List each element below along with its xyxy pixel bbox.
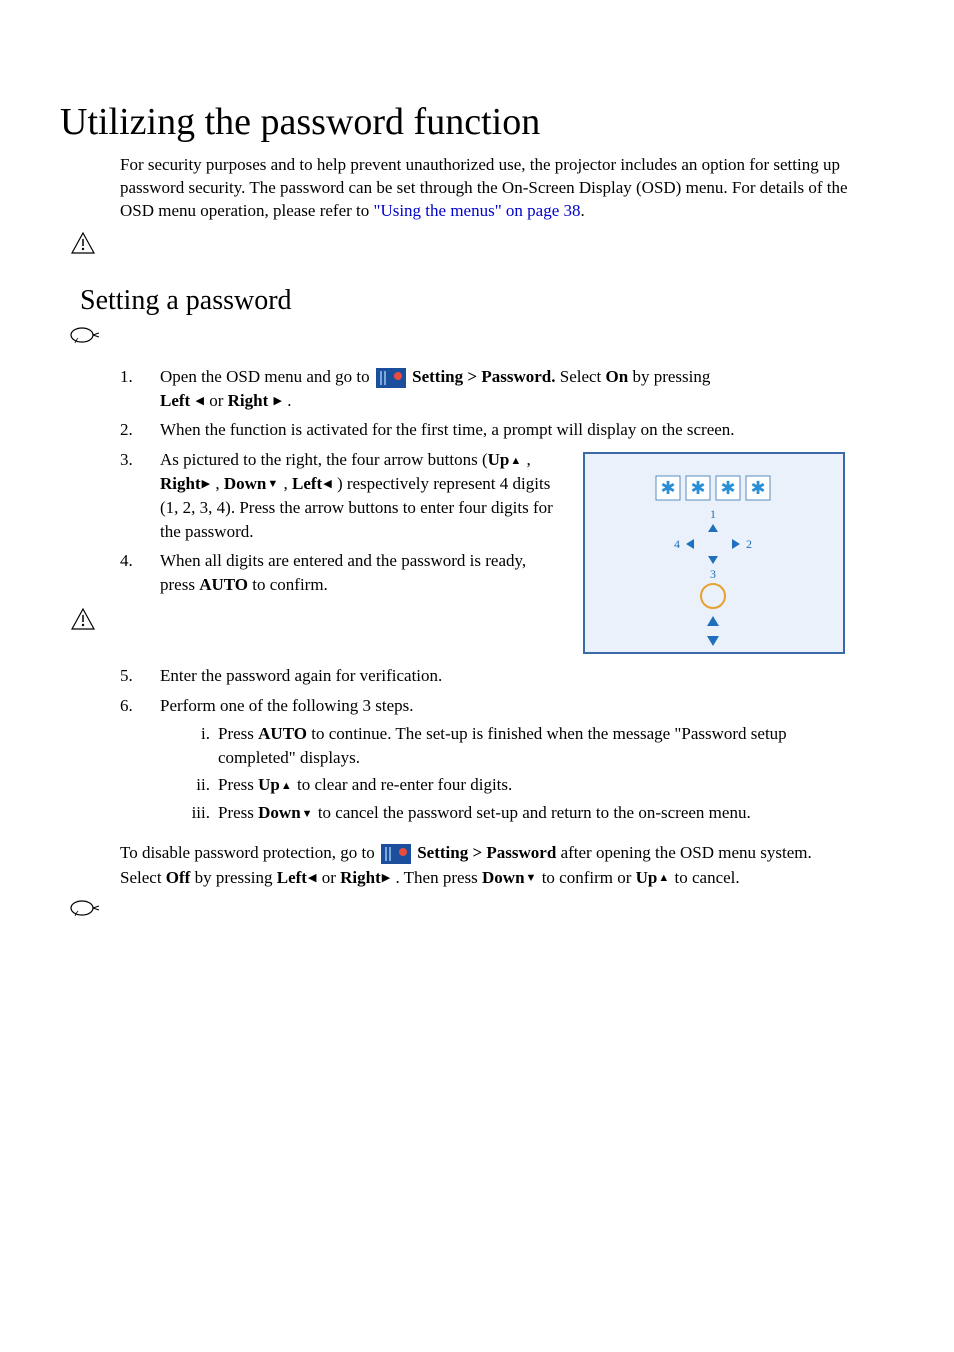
svg-text:2: 2 [746, 537, 752, 551]
disable-a: To disable password protection, go to [120, 843, 379, 862]
warning-row-2 [70, 607, 554, 631]
intro-link[interactable]: "Using the menus" on page 38 [374, 201, 581, 220]
warning-row-1 [70, 231, 894, 255]
right-arrow-icon: ▶ [382, 871, 390, 887]
s1-right: Right [228, 391, 269, 410]
s6ii-b: to clear and re-enter four digits. [293, 775, 513, 794]
roman-iii: iii. [180, 801, 218, 825]
right-arrow-icon: ▶ [273, 394, 281, 409]
section-title: Setting a password [80, 285, 894, 317]
s5: Enter the password again for verificatio… [160, 664, 854, 688]
s1a: Open the OSD menu and go to [160, 367, 374, 386]
disable-right: Right [340, 868, 381, 887]
s4b: to confirm. [248, 575, 328, 594]
warning-icon [70, 231, 96, 255]
s1d: On [606, 367, 629, 386]
step-6ii: ii. Press Up▲ to clear and re-enter four… [180, 773, 854, 797]
step-3-4-row: 3. As pictured to the right, the four ar… [120, 448, 854, 658]
disable-e: or [317, 868, 340, 887]
disable-f: . Then press [391, 868, 482, 887]
step-6i: i. Press AUTO to continue. The set-up is… [180, 722, 854, 770]
s6ii-a: Press [218, 775, 258, 794]
s3-up: Up [488, 450, 510, 469]
password-diagram: ✱ ✱ ✱ ✱ 1 4 2 3 [574, 448, 854, 658]
s1-left: Left [160, 391, 190, 410]
step-num-6: 6. [120, 694, 160, 829]
s1c: Select [555, 367, 605, 386]
s3d: , [279, 474, 292, 493]
step-6iii: iii. Press Down▼ to cancel the password … [180, 801, 854, 825]
up-arrow-icon: ▲ [510, 454, 521, 469]
step-1: 1. Open the OSD menu and go to Setting >… [120, 365, 854, 413]
s1b: Setting > Password. [412, 367, 555, 386]
down-arrow-icon: ▼ [526, 871, 537, 887]
s6iii-down: Down [258, 803, 301, 822]
step-2: 2. When the function is activated for th… [120, 418, 854, 442]
step-num-4: 4. [120, 549, 160, 597]
disable-b: Setting > Password [417, 843, 556, 862]
left-arrow-icon: ◀ [308, 871, 316, 887]
step-5: 5. Enter the password again for verifica… [120, 664, 854, 688]
s2: When the function is activated for the f… [160, 418, 854, 442]
disable-d: by pressing [190, 868, 276, 887]
s3-right: Right [160, 474, 201, 493]
svg-text:3: 3 [710, 567, 716, 581]
s3-left: Left [292, 474, 322, 493]
note-row-2 [70, 898, 894, 918]
s6ii-up: Up [258, 775, 280, 794]
s6: Perform one of the following 3 steps. [160, 696, 414, 715]
roman-ii: ii. [180, 773, 218, 797]
osd-setting-icon [376, 368, 406, 388]
disable-left: Left [277, 868, 307, 887]
roman-i: i. [180, 722, 218, 770]
disable-g: to confirm or [537, 868, 635, 887]
s1-or: or [209, 391, 227, 410]
note-row-1 [70, 325, 894, 345]
up-arrow-icon: ▲ [281, 779, 292, 794]
s6i-auto: AUTO [258, 724, 307, 743]
disable-h: to cancel. [670, 868, 739, 887]
s3b: , [522, 450, 531, 469]
note-icon [70, 325, 100, 345]
s6i-a: Press [218, 724, 258, 743]
s3-down: Down [224, 474, 267, 493]
s1e: by pressing [628, 367, 710, 386]
left-arrow-icon: ◀ [195, 394, 203, 409]
up-arrow-icon: ▲ [658, 871, 669, 887]
down-arrow-icon: ▼ [267, 477, 278, 492]
s1-end: . [287, 391, 291, 410]
step-6: 6. Perform one of the following 3 steps.… [120, 694, 854, 829]
step-num-1: 1. [120, 365, 160, 413]
note-icon [70, 898, 100, 918]
s6iii-b: to cancel the password set-up and return… [314, 803, 751, 822]
s6iii-a: Press [218, 803, 258, 822]
warning-icon [70, 607, 96, 631]
steps-list: 1. Open the OSD menu and go to Setting >… [120, 365, 854, 829]
s3c: , [211, 474, 224, 493]
svg-text:1: 1 [710, 507, 716, 521]
step-num-3: 3. [120, 448, 160, 543]
disable-paragraph: To disable password protection, go to Se… [120, 841, 854, 890]
svg-text:4: 4 [674, 537, 680, 551]
osd-setting-icon [381, 844, 411, 864]
svg-text:✱: ✱ [720, 478, 735, 498]
disable-up: Up [636, 868, 658, 887]
step-num-5: 5. [120, 664, 160, 688]
right-arrow-icon: ▶ [202, 477, 210, 492]
s3a: As pictured to the right, the four arrow… [160, 450, 488, 469]
step-6-sublist: i. Press AUTO to continue. The set-up is… [180, 722, 854, 825]
s4-auto: AUTO [199, 575, 248, 594]
left-arrow-icon: ◀ [323, 477, 331, 492]
page-title: Utilizing the password function [60, 100, 894, 144]
intro-after: . [581, 201, 585, 220]
intro-paragraph: For security purposes and to help preven… [120, 154, 854, 223]
disable-down: Down [482, 868, 525, 887]
svg-text:✱: ✱ [660, 478, 675, 498]
step-num-2: 2. [120, 418, 160, 442]
disable-off: Off [166, 868, 191, 887]
svg-text:✱: ✱ [690, 478, 705, 498]
down-arrow-icon: ▼ [302, 807, 313, 822]
svg-text:✱: ✱ [750, 478, 765, 498]
